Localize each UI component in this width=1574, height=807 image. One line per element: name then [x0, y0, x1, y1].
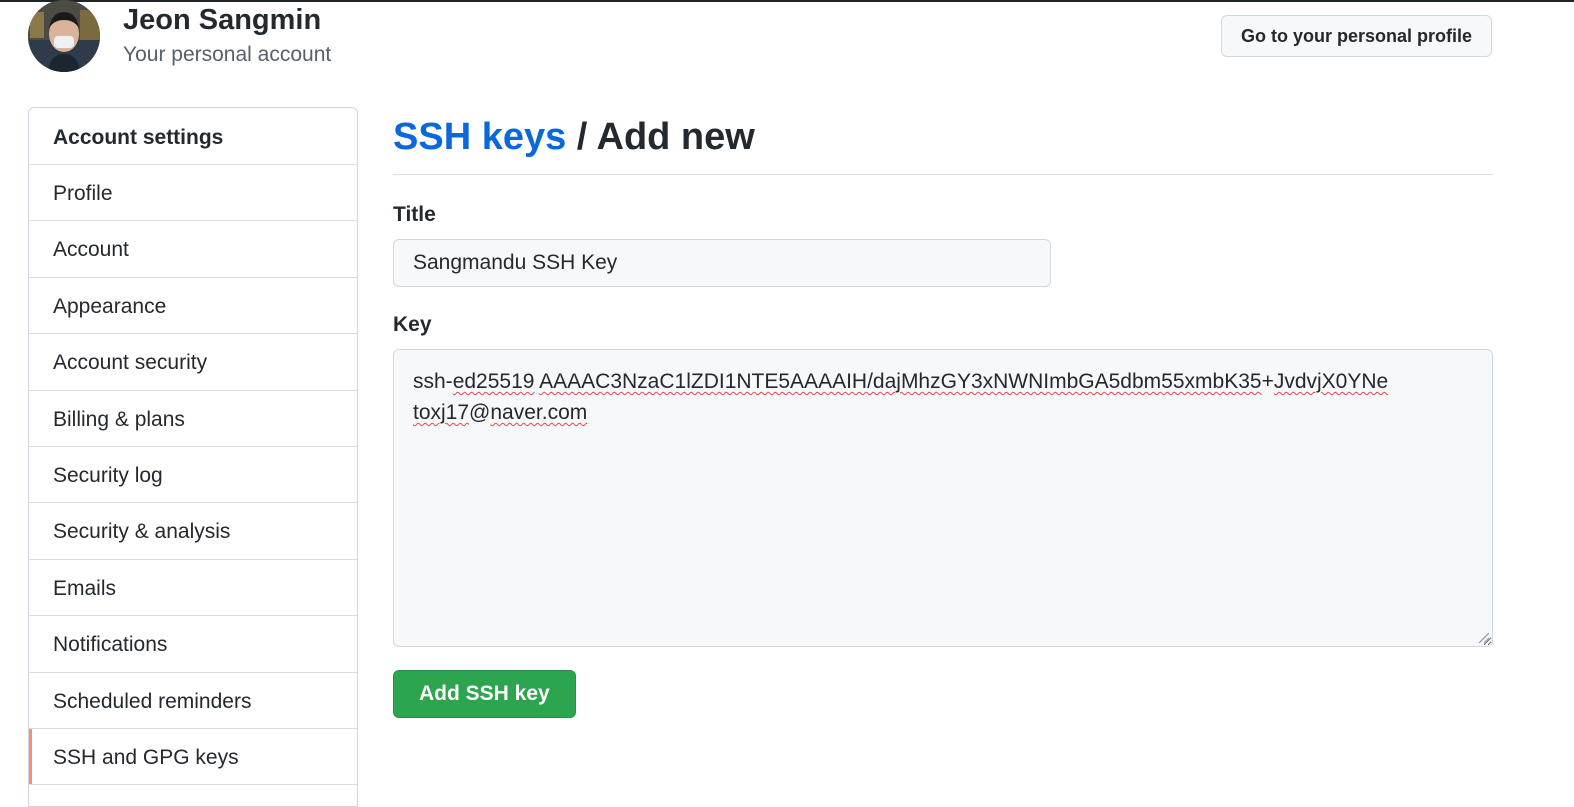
- key-textarea[interactable]: ssh-ed25519 AAAAC3NzaC1lZDI1NTE5AAAAIH/d…: [393, 349, 1493, 647]
- title-input[interactable]: Sangmandu SSH Key: [393, 239, 1051, 287]
- avatar[interactable]: [28, 0, 100, 72]
- sidebar-item-ssh-gpg-keys[interactable]: SSH and GPG keys: [29, 728, 357, 786]
- key-at: @: [469, 401, 491, 424]
- sidebar-item-scheduled-reminders[interactable]: Scheduled reminders: [29, 673, 357, 729]
- sidebar-item-security-log[interactable]: Security log: [29, 447, 357, 504]
- sidebar-item-emails[interactable]: Emails: [29, 560, 357, 617]
- main-content: SSH keys / Add new Title Sangmandu SSH K…: [393, 107, 1493, 718]
- sidebar-item-notifications[interactable]: Notifications: [29, 616, 357, 673]
- account-header: Jeon Sangmin Your personal account Go to…: [28, 0, 1494, 80]
- sidebar-item-profile[interactable]: Profile: [29, 165, 357, 222]
- user-name: Jeon Sangmin: [123, 4, 322, 36]
- key-type: ed25519: [452, 370, 535, 393]
- sidebar-item-security-analysis[interactable]: Security & analysis: [29, 503, 357, 560]
- key-user: toxj17: [413, 401, 470, 424]
- sidebar-item-account-security[interactable]: Account security: [29, 334, 357, 391]
- key-text-line-2: toxj17@naver.com: [413, 397, 1473, 428]
- sidebar-heading: Account settings: [29, 108, 357, 165]
- key-body: AAAAC3NzaC1lZDI1NTE5AAAAIH/dajMhzGY3xNWN…: [539, 370, 1262, 393]
- add-ssh-key-button[interactable]: Add SSH key: [393, 670, 576, 718]
- go-to-profile-button[interactable]: Go to your personal profile: [1220, 15, 1492, 57]
- sidebar-item-billing[interactable]: Billing & plans: [29, 391, 357, 447]
- page-title: SSH keys / Add new: [393, 107, 1493, 175]
- breadcrumb-current: / Add new: [566, 116, 755, 158]
- account-type-label: Your personal account: [123, 43, 332, 66]
- settings-sidebar: Account settings Profile Account Appeara…: [28, 107, 358, 807]
- title-field-label: Title: [393, 203, 436, 226]
- key-tail: JvdvjX0YNe: [1273, 370, 1389, 393]
- sidebar-item-appearance[interactable]: Appearance: [29, 278, 357, 335]
- key-text-line-1: ssh-ed25519 AAAAC3NzaC1lZDI1NTE5AAAAIH/d…: [413, 366, 1473, 397]
- key-field-label: Key: [393, 313, 432, 336]
- key-plus: +: [1261, 370, 1274, 393]
- sidebar-item-account[interactable]: Account: [29, 221, 357, 278]
- key-domain: naver.com: [490, 401, 588, 424]
- key-prefix: ssh-: [413, 370, 453, 393]
- breadcrumb-ssh-keys-link[interactable]: SSH keys: [393, 116, 566, 158]
- avatar-image: [28, 0, 100, 72]
- resize-grip-icon[interactable]: [1476, 630, 1490, 644]
